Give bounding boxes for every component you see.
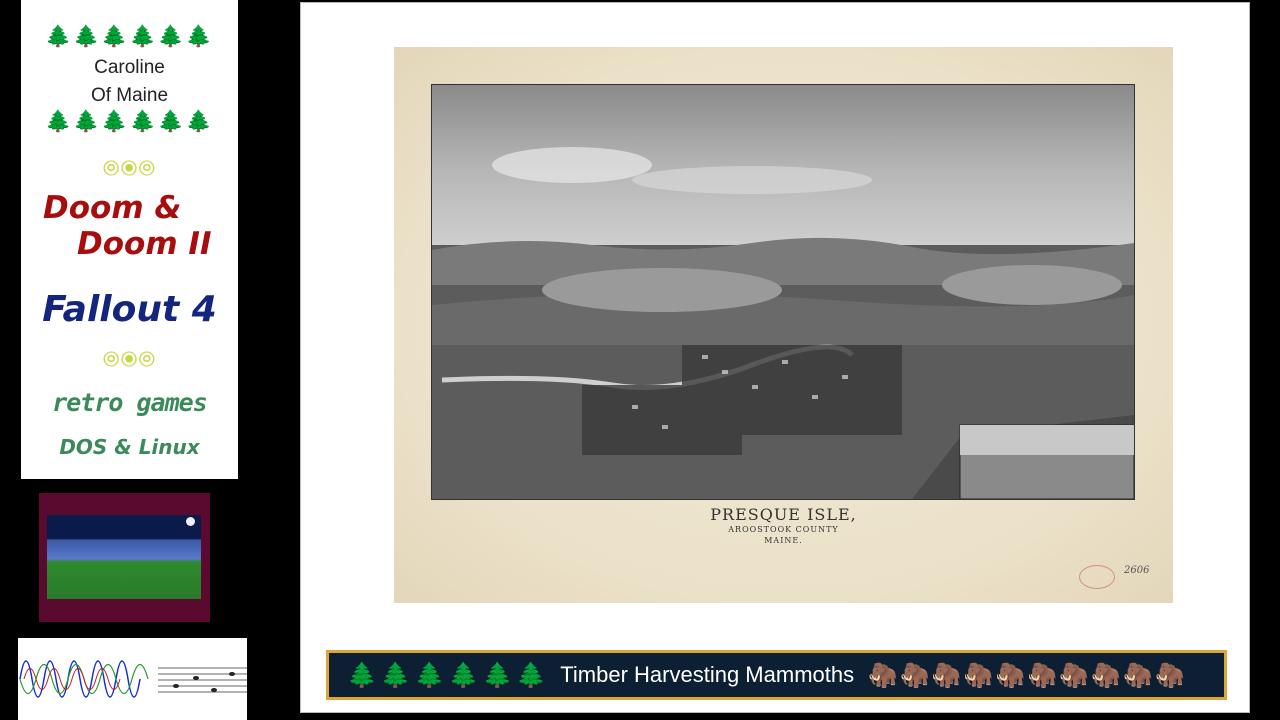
waveform-graphic bbox=[18, 638, 247, 720]
map-subtitle-county: AROOSTOOK COUNTY bbox=[728, 525, 839, 534]
rings-divider-2: ⦾⦿⦾ bbox=[102, 347, 157, 371]
tree-row-top: 🌲🌲🌲🌲🌲🌲 bbox=[45, 24, 214, 48]
dos-linux-label: DOS & Linux bbox=[59, 435, 200, 459]
game-thumbnail bbox=[47, 515, 201, 599]
pencil-catalog-number: 2606 bbox=[1124, 565, 1150, 576]
library-stamp bbox=[1079, 565, 1115, 589]
video-frame: PRESQUE ISLE, AROOSTOOK COUNTY MAINE. 26… bbox=[300, 2, 1250, 713]
doom-line1: Doom & bbox=[43, 190, 182, 226]
caption-banner: 🌲🌲🌲🌲🌲🌲 Timber Harvesting Mammoths 🦣🦣🦣🦣🦣🦣… bbox=[326, 650, 1227, 700]
doom-title: Doom & Doom II bbox=[43, 190, 243, 262]
map-subtitle-state: MAINE. bbox=[764, 536, 803, 545]
map-title: PRESQUE ISLE, bbox=[710, 505, 857, 524]
moon-icon bbox=[186, 517, 195, 526]
channel-name: Caroline Of Maine bbox=[21, 54, 238, 110]
map-print: PRESQUE ISLE, AROOSTOOK COUNTY MAINE. 26… bbox=[394, 47, 1173, 603]
rings-divider-1: ⦾⦿⦾ bbox=[102, 156, 157, 180]
banner-title: Timber Harvesting Mammoths bbox=[560, 662, 855, 687]
tree-row-bottom: 🌲🌲🌲🌲🌲🌲 bbox=[45, 109, 214, 133]
fallout-title: Fallout 4 bbox=[42, 289, 217, 330]
channel-name-line2: Of Maine bbox=[90, 85, 169, 106]
waveform-svg bbox=[19, 660, 247, 698]
game-thumbnail-frame bbox=[39, 493, 210, 622]
birds-eye-map-image bbox=[431, 84, 1135, 500]
map-illustration bbox=[432, 85, 1134, 499]
channel-name-line1: Caroline bbox=[94, 57, 165, 78]
sidebar-card: 🌲🌲🌲🌲🌲🌲 Caroline Of Maine 🌲🌲🌲🌲🌲🌲 ⦾⦿⦾ Doom… bbox=[21, 0, 238, 479]
banner-tree-icons: 🌲🌲🌲🌲🌲🌲 bbox=[347, 661, 551, 689]
retro-games-logo: retro games bbox=[52, 388, 208, 417]
doom-line2: Doom II bbox=[77, 226, 212, 262]
banner-mammoth-icons: 🦣🦣🦣🦣🦣🦣🦣🦣🦣🦣 bbox=[868, 661, 1187, 689]
